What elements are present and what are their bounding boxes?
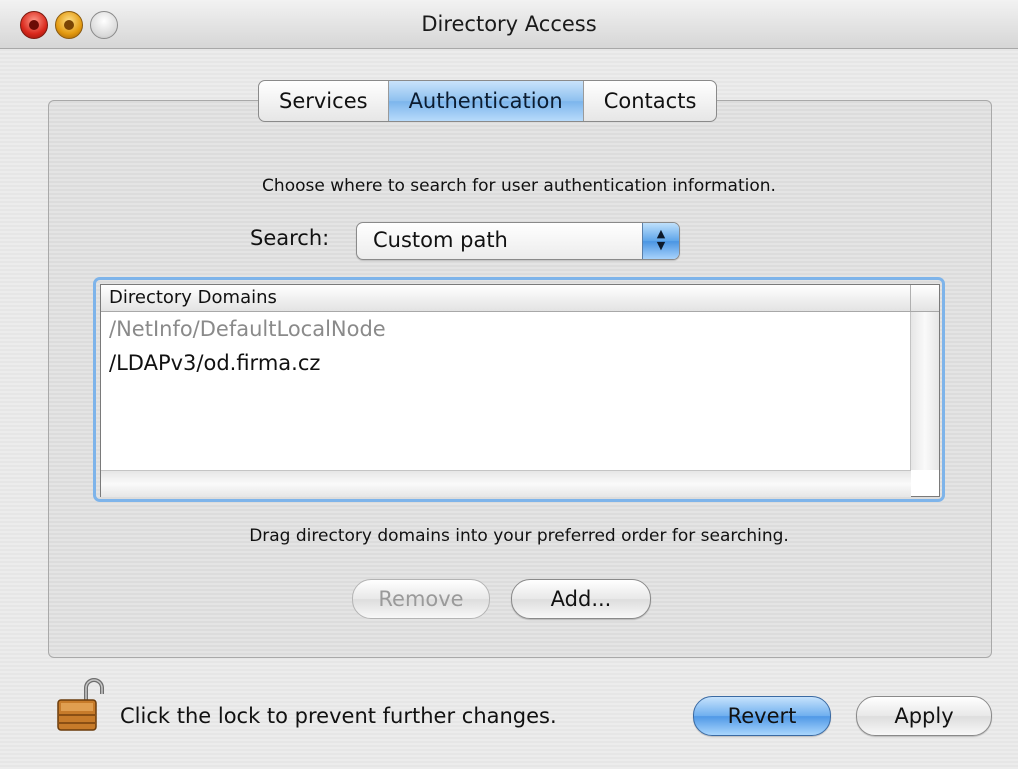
title-bar[interactable]: Directory Access xyxy=(0,0,1018,49)
column-header-directory-domains[interactable]: Directory Domains xyxy=(109,287,277,308)
lock-status-text: Click the lock to prevent further change… xyxy=(120,704,557,728)
table-row[interactable]: /LDAPv3/od.firma.cz xyxy=(101,346,911,380)
tab-contacts[interactable]: Contacts xyxy=(584,81,717,121)
vertical-scrollbar[interactable] xyxy=(910,312,939,470)
horizontal-scrollbar[interactable] xyxy=(101,470,911,497)
tab-services[interactable]: Services xyxy=(259,81,389,121)
directory-domains-table[interactable]: Directory Domains /NetInfo/DefaultLocalN… xyxy=(100,284,940,497)
tab-authentication[interactable]: Authentication xyxy=(388,81,584,121)
window-title: Directory Access xyxy=(421,12,597,36)
search-popup-value: Custom path xyxy=(373,228,508,252)
tab-bar: Services Authentication Contacts xyxy=(258,80,718,122)
search-label: Search: xyxy=(250,226,330,250)
revert-button[interactable]: Revert xyxy=(693,696,831,736)
remove-button[interactable]: Remove xyxy=(352,579,490,619)
search-popup[interactable]: Custom path ▲ ▼ xyxy=(356,222,680,260)
instruction-text: Choose where to search for user authenti… xyxy=(262,176,776,196)
table-body: /NetInfo/DefaultLocalNode /LDAPv3/od.fir… xyxy=(101,312,911,470)
hint-text: Drag directory domains into your preferr… xyxy=(249,526,789,546)
unlocked-padlock-icon[interactable] xyxy=(52,676,110,734)
table-header: Directory Domains xyxy=(101,285,939,312)
table-row[interactable]: /NetInfo/DefaultLocalNode xyxy=(101,312,911,346)
table-header-corner xyxy=(910,285,939,311)
directory-access-window: Directory Access Services Authentication… xyxy=(0,0,1018,769)
popup-arrows-icon: ▲ ▼ xyxy=(642,223,679,259)
apply-button[interactable]: Apply xyxy=(856,696,992,736)
add-button[interactable]: Add... xyxy=(511,579,651,619)
